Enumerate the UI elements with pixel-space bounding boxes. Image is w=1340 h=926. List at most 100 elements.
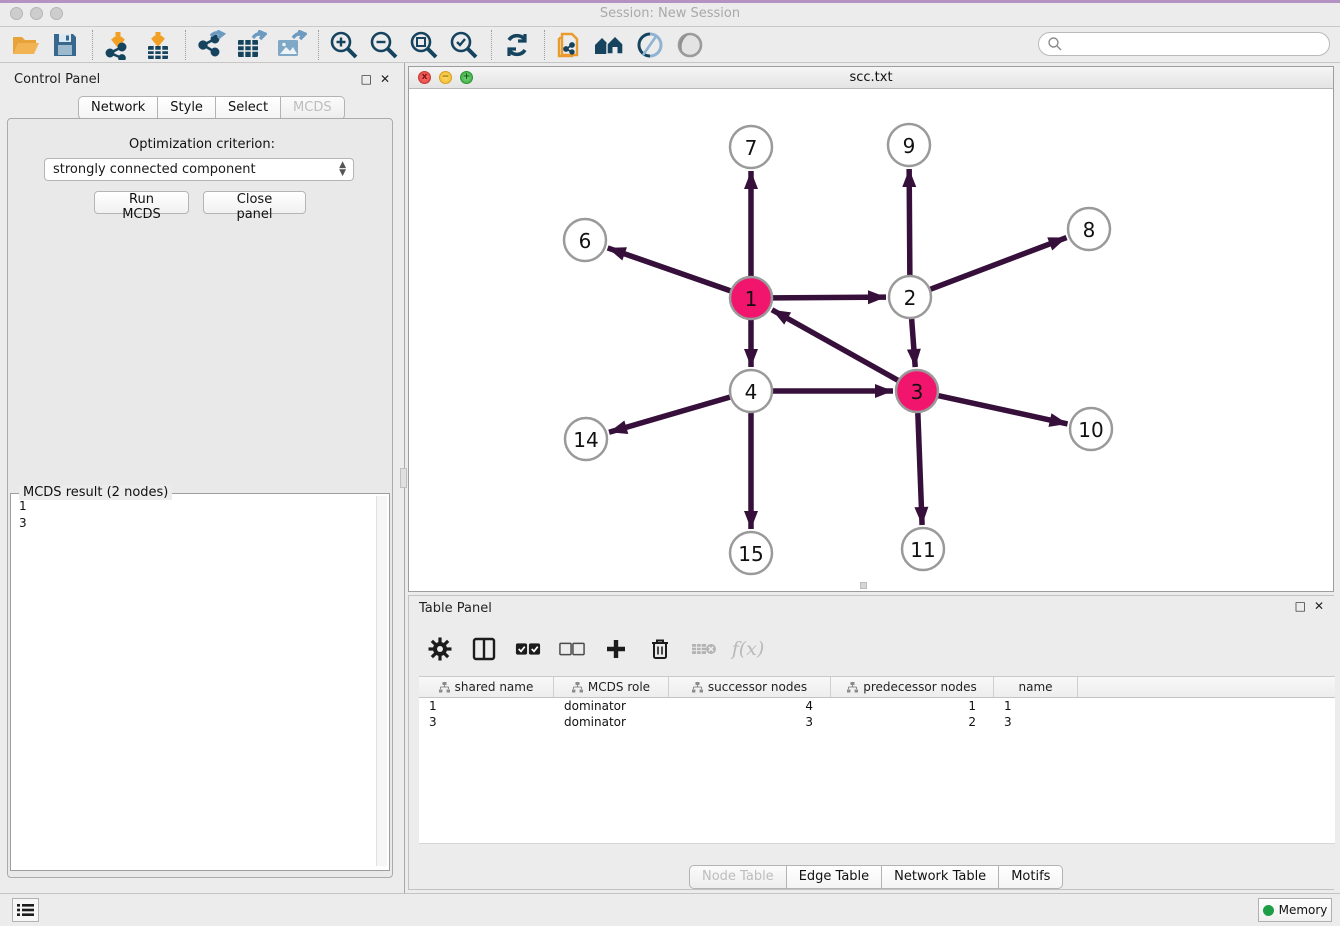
import-network-from-file-icon[interactable]	[101, 29, 135, 61]
table-panel-title: Table Panel	[419, 601, 492, 616]
tab-style[interactable]: Style	[158, 96, 216, 120]
mcds-result-list[interactable]: 1 3	[14, 498, 372, 864]
zoom-selected-icon[interactable]	[447, 29, 481, 61]
float-panel-icon[interactable]: □	[361, 72, 372, 86]
zoom-in-icon[interactable]	[327, 29, 361, 61]
network-window-title: scc.txt	[409, 70, 1333, 85]
criterion-value: strongly connected component	[53, 162, 256, 177]
table-cell[interactable]: 4	[669, 698, 831, 714]
network-window-titlebar[interactable]: x − + scc.txt	[409, 67, 1333, 89]
task-history-button[interactable]	[12, 898, 39, 922]
edge-2-8[interactable]	[931, 238, 1067, 290]
table-settings-icon[interactable]	[427, 636, 453, 662]
titlebar-accent-strip	[0, 0, 1340, 3]
show-column-panel-icon[interactable]	[471, 636, 497, 662]
close-panel-icon[interactable]: ✕	[1314, 599, 1324, 613]
toolbar-separator	[318, 30, 319, 60]
edge-3-11[interactable]	[918, 413, 922, 525]
add-column-icon[interactable]	[603, 636, 629, 662]
edge-3-10[interactable]	[938, 396, 1067, 424]
cytoscape-home-icon[interactable]	[593, 29, 627, 61]
import-table-from-file-icon[interactable]	[141, 29, 175, 61]
fit-content-icon[interactable]	[407, 29, 441, 61]
node-label-7: 7	[745, 136, 758, 160]
node-label-2: 2	[904, 286, 917, 310]
table-cell[interactable]: dominator	[554, 714, 669, 730]
table-row[interactable]: 1dominator411	[419, 698, 1335, 714]
column-header-name[interactable]: name	[994, 677, 1078, 697]
export-network-icon[interactable]	[194, 29, 228, 61]
status-bar: Memory	[0, 893, 1340, 926]
search-box[interactable]	[1038, 32, 1330, 56]
tab-motifs[interactable]: Motifs	[999, 865, 1063, 889]
deselect-all-rows-icon[interactable]	[559, 636, 585, 662]
tab-edge-table[interactable]: Edge Table	[787, 865, 882, 889]
column-type-icon	[439, 682, 450, 693]
tab-select[interactable]: Select	[216, 96, 281, 120]
float-panel-icon[interactable]: □	[1295, 599, 1306, 613]
delete-columns-icon[interactable]	[647, 636, 673, 662]
edge-3-1[interactable]	[772, 310, 898, 381]
edge-1-2[interactable]	[773, 297, 886, 298]
select-all-rows-icon[interactable]	[515, 636, 541, 662]
tab-mcds[interactable]: MCDS	[281, 96, 345, 120]
column-header-predecessor-nodes[interactable]: predecessor nodes	[831, 677, 994, 697]
table-tabs: Node Table Edge Table Network Table Moti…	[689, 865, 1063, 889]
open-session-icon[interactable]	[8, 29, 42, 61]
edge-4-14[interactable]	[609, 397, 730, 432]
table-cell[interactable]: 3	[669, 714, 831, 730]
tab-network[interactable]: Network	[78, 96, 158, 120]
control-panel-header: Control Panel □ ✕	[0, 69, 404, 91]
column-header-mcds-role[interactable]: MCDS role	[554, 677, 669, 697]
toolbar-separator	[92, 30, 93, 60]
panel-splitter-handle[interactable]	[400, 468, 407, 488]
table-cell[interactable]: 3	[994, 714, 1078, 730]
table-toolbar: f(x)	[419, 629, 1325, 669]
network-canvas[interactable]: 7968124314101511	[409, 89, 1333, 592]
table-cell[interactable]: 1	[419, 698, 554, 714]
main-toolbar	[0, 27, 1340, 63]
table-header-row: shared name MCDS role successor nodes pr…	[419, 677, 1335, 698]
column-type-icon	[572, 682, 583, 693]
column-type-icon	[692, 682, 703, 693]
edge-2-3[interactable]	[912, 319, 916, 367]
tab-node-table[interactable]: Node Table	[689, 865, 787, 889]
tab-network-table[interactable]: Network Table	[882, 865, 999, 889]
result-scrollbar[interactable]	[376, 496, 387, 866]
column-header-shared-name[interactable]: shared name	[419, 677, 554, 697]
zoom-out-icon[interactable]	[367, 29, 401, 61]
export-image-icon[interactable]	[274, 29, 308, 61]
column-type-icon	[847, 682, 858, 693]
search-input[interactable]	[1063, 37, 1313, 51]
export-table-icon[interactable]	[234, 29, 268, 61]
node-label-10: 10	[1078, 418, 1103, 442]
table-cell[interactable]: 1	[831, 698, 994, 714]
import-network-from-database-icon[interactable]	[553, 29, 587, 61]
edge-1-6[interactable]	[608, 248, 731, 291]
close-panel-icon[interactable]: ✕	[380, 72, 390, 86]
graphics-details-icon[interactable]	[633, 29, 667, 61]
node-label-14: 14	[573, 428, 598, 452]
birds-eye-view-icon[interactable]	[673, 29, 707, 61]
table-scrollbar-strip[interactable]	[419, 843, 1335, 857]
criterion-dropdown[interactable]: strongly connected component ▲▼	[44, 158, 354, 181]
refresh-view-icon[interactable]	[500, 29, 534, 61]
save-session-icon[interactable]	[48, 29, 82, 61]
node-table: shared name MCDS role successor nodes pr…	[419, 676, 1335, 843]
node-label-6: 6	[579, 229, 592, 253]
table-cell[interactable]: 3	[419, 714, 554, 730]
run-mcds-button[interactable]: Run MCDS	[94, 191, 189, 214]
table-cell[interactable]: dominator	[554, 698, 669, 714]
close-panel-button[interactable]: Close panel	[203, 191, 306, 214]
column-header-successor-nodes[interactable]: successor nodes	[669, 677, 831, 697]
node-label-11: 11	[910, 538, 935, 562]
toolbar-separator	[491, 30, 492, 60]
edge-2-9[interactable]	[909, 169, 910, 275]
function-builder-icon[interactable]: f(x)	[735, 636, 761, 662]
table-row[interactable]: 3dominator323	[419, 714, 1335, 730]
network-resize-handle[interactable]	[860, 582, 867, 589]
delete-table-icon[interactable]	[691, 636, 717, 662]
table-cell[interactable]: 1	[994, 698, 1078, 714]
table-cell[interactable]: 2	[831, 714, 994, 730]
memory-button[interactable]: Memory	[1258, 898, 1332, 922]
